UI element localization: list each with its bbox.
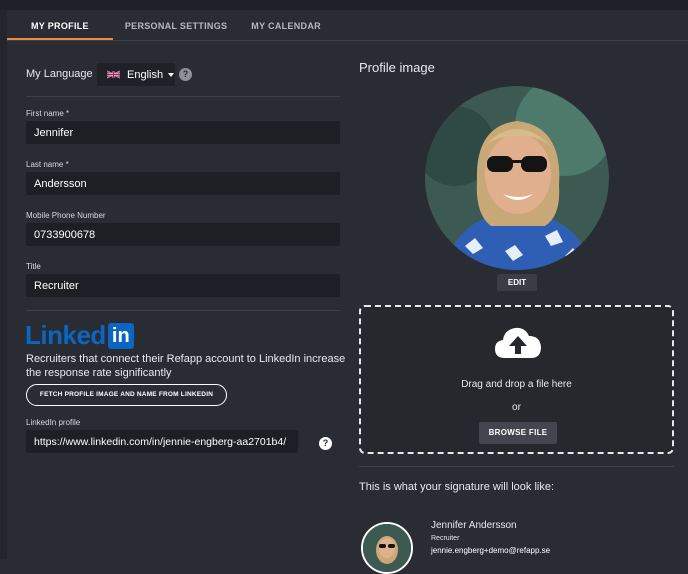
mobile-label: Mobile Phone Number xyxy=(26,211,106,220)
tab-bar: MY PROFILE PERSONAL SETTINGS MY CALENDAR xyxy=(7,10,333,40)
divider xyxy=(26,96,340,97)
dropzone-text: Drag and drop a file here xyxy=(461,379,572,390)
first-name-field[interactable]: Jennifer xyxy=(26,121,340,144)
divider xyxy=(359,466,674,467)
signature-avatar xyxy=(361,522,413,574)
fetch-from-linkedin-button[interactable]: FETCH PROFILE IMAGE AND NAME FROM LINKED… xyxy=(26,384,227,406)
signature-name: Jennifer Andersson xyxy=(431,520,517,531)
mobile-field[interactable]: 0733900678 xyxy=(26,223,340,246)
uk-flag-icon xyxy=(107,70,120,79)
linkedin-profile-field[interactable]: https://www.linkedin.com/in/jennie-engbe… xyxy=(26,430,298,453)
language-label: My Language xyxy=(26,68,93,80)
browse-file-button[interactable]: BROWSE FILE xyxy=(479,422,557,444)
help-icon[interactable]: ? xyxy=(319,437,332,450)
last-name-value: Andersson xyxy=(34,178,87,190)
tab-personal-settings[interactable]: PERSONAL SETTINGS xyxy=(113,10,239,40)
linkedin-profile-value: https://www.linkedin.com/in/jennie-engbe… xyxy=(34,436,287,448)
linkedin-description: Recruiters that connect their Refapp acc… xyxy=(26,353,346,379)
divider xyxy=(26,310,340,311)
dropzone-or: or xyxy=(512,402,521,413)
chevron-down-icon xyxy=(168,72,175,77)
last-name-field[interactable]: Andersson xyxy=(26,172,340,195)
linkedin-logo: Linked in xyxy=(25,322,134,349)
linkedin-logo-word: Linked xyxy=(25,320,106,350)
signature-intro: This is what your signature will look li… xyxy=(359,481,555,493)
help-icon[interactable]: ? xyxy=(179,68,192,81)
signature-email: jennie.engberg+demo@refapp.se xyxy=(431,546,551,555)
linkedin-profile-label: LinkedIn profile xyxy=(26,418,81,427)
top-bar xyxy=(0,0,688,10)
tab-divider xyxy=(7,40,688,41)
tab-my-profile[interactable]: MY PROFILE xyxy=(7,10,113,40)
left-edge xyxy=(0,10,7,559)
linkedin-logo-box: in xyxy=(107,322,134,349)
profile-avatar xyxy=(425,86,609,270)
language-select[interactable]: English xyxy=(97,63,175,86)
file-dropzone[interactable]: Drag and drop a file here or BROWSE FILE xyxy=(359,305,674,454)
profile-image-title: Profile image xyxy=(359,60,435,75)
signature-role: Recruiter xyxy=(431,535,460,542)
edit-image-button[interactable]: EDIT xyxy=(497,274,537,291)
title-field[interactable]: Recruiter xyxy=(26,274,340,297)
cloud-upload-icon xyxy=(495,327,541,358)
tab-my-calendar[interactable]: MY CALENDAR xyxy=(239,10,333,40)
last-name-label: Last name * xyxy=(26,160,69,169)
profile-photo xyxy=(425,86,609,270)
title-label: Title xyxy=(26,262,41,271)
first-name-label: First name * xyxy=(26,109,70,118)
signature-photo xyxy=(363,524,411,572)
language-value: English xyxy=(127,68,164,81)
first-name-value: Jennifer xyxy=(34,127,74,139)
title-value: Recruiter xyxy=(34,280,79,292)
mobile-value: 0733900678 xyxy=(34,229,96,241)
